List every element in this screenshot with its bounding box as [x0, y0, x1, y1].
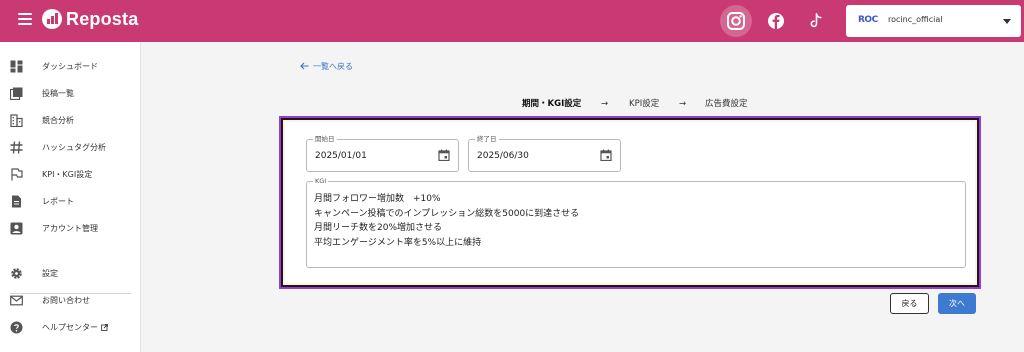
sidebar-item-label: 投稿一覧 — [42, 89, 74, 98]
hashtag-icon — [10, 141, 23, 154]
start-date-value: 2025/01/01 — [315, 151, 367, 161]
facebook-icon — [768, 13, 784, 29]
sidebar-item-label: ダッシュボード — [42, 62, 98, 71]
flag-icon — [11, 168, 23, 181]
end-date-field[interactable]: 終了日 2025/06/30 — [468, 134, 621, 172]
tiktok-button[interactable] — [800, 5, 832, 37]
chevron-down-icon — [1003, 19, 1011, 24]
kgi-label: KGI — [313, 176, 329, 186]
account-logo: ROC — [858, 15, 878, 25]
instagram-button[interactable] — [720, 5, 752, 37]
external-link-icon — [100, 324, 108, 331]
posts-icon — [10, 87, 23, 100]
sidebar-item-posts[interactable]: 投稿一覧 — [0, 83, 141, 105]
top-app-bar: Reposta ROC rocinc_official — [0, 0, 1024, 42]
kgi-line: 平均エンゲージメント率を5%以上に維持 — [314, 237, 482, 248]
sidebar-item-label: KPI・KGI設定 — [42, 170, 93, 179]
gear-icon — [11, 268, 22, 279]
sidebar-item-hashtags[interactable]: ハッシュタグ分析 — [0, 137, 141, 159]
next-button[interactable]: 次へ — [938, 293, 976, 314]
menu-icon[interactable] — [18, 13, 32, 25]
sidebar-item-help[interactable]: ヘルプセンター — [0, 317, 141, 339]
help-icon — [10, 321, 23, 334]
back-link-label: 一覧へ戻る — [313, 62, 353, 71]
document-icon — [12, 195, 21, 208]
building-icon — [10, 114, 23, 127]
back-to-list-link[interactable]: 一覧へ戻る — [300, 61, 353, 73]
kgi-line: キャンペーン投稿でのインプレッション総数を5000に到達させる — [314, 208, 580, 219]
sidebar-item-accounts[interactable]: アカウント管理 — [0, 218, 141, 240]
dashboard-icon — [10, 60, 23, 73]
sidebar-item-label: ヘルプセンター — [42, 322, 108, 334]
sidebar-item-dashboard[interactable]: ダッシュボード — [0, 56, 141, 78]
facebook-button[interactable] — [760, 5, 792, 37]
instagram-icon — [727, 12, 745, 30]
step-arrow: → — [679, 99, 687, 109]
kgi-textarea[interactable]: KGI 月間フォロワー増加数 +10% キャンペーン投稿でのインプレッション総数… — [306, 176, 966, 268]
end-date-value: 2025/06/30 — [477, 151, 529, 161]
start-date-label: 開始日 — [313, 134, 337, 144]
step-ad-cost: 広告費設定 — [705, 99, 748, 109]
sidebar-item-reports[interactable]: レポート — [0, 191, 141, 213]
sidebar-item-label: レポート — [42, 197, 74, 206]
kgi-text: 月間フォロワー増加数 +10% キャンペーン投稿でのインプレッション総数を500… — [314, 192, 579, 250]
sidebar-item-settings[interactable]: 設定 — [0, 263, 141, 285]
arrow-left-icon — [300, 62, 309, 70]
sidebar-item-label: 設定 — [42, 269, 58, 278]
kgi-line: 月間リーチ数を20%増加させる — [314, 223, 443, 233]
step-arrow: → — [601, 99, 609, 109]
end-date-label: 終了日 — [475, 134, 499, 144]
reposta-logo-icon — [42, 9, 62, 29]
sidebar-item-label: ハッシュタグ分析 — [42, 143, 106, 152]
sidebar-item-contact[interactable]: お問い合わせ — [0, 290, 141, 312]
step-period-kgi: 期間・KGI設定 — [522, 99, 582, 109]
start-date-field[interactable]: 開始日 2025/01/01 — [306, 134, 459, 172]
sidebar-item-label: アカウント管理 — [42, 224, 98, 233]
account-name: rocinc_official — [888, 15, 943, 24]
mail-icon — [10, 295, 23, 306]
kgi-line: 月間フォロワー増加数 +10% — [314, 194, 441, 204]
sidebar: ダッシュボード 投稿一覧 競合分析 ハッシュタグ分析 KPI・KGI設定 レポー… — [0, 42, 141, 352]
account-icon — [10, 222, 23, 235]
sidebar-item-kpi-kgi[interactable]: KPI・KGI設定 — [0, 164, 141, 186]
back-button[interactable]: 戻る — [890, 293, 929, 314]
calendar-icon[interactable] — [600, 149, 612, 161]
sidebar-item-label: お問い合わせ — [42, 296, 90, 305]
app-title: Reposta — [66, 9, 139, 29]
account-select[interactable]: ROC rocinc_official — [846, 5, 1021, 37]
sidebar-item-label: 競合分析 — [42, 116, 74, 125]
step-kpi: KPI設定 — [629, 99, 660, 109]
calendar-icon[interactable] — [438, 149, 450, 161]
sidebar-item-competitors[interactable]: 競合分析 — [0, 110, 141, 132]
tiktok-icon — [810, 13, 822, 28]
